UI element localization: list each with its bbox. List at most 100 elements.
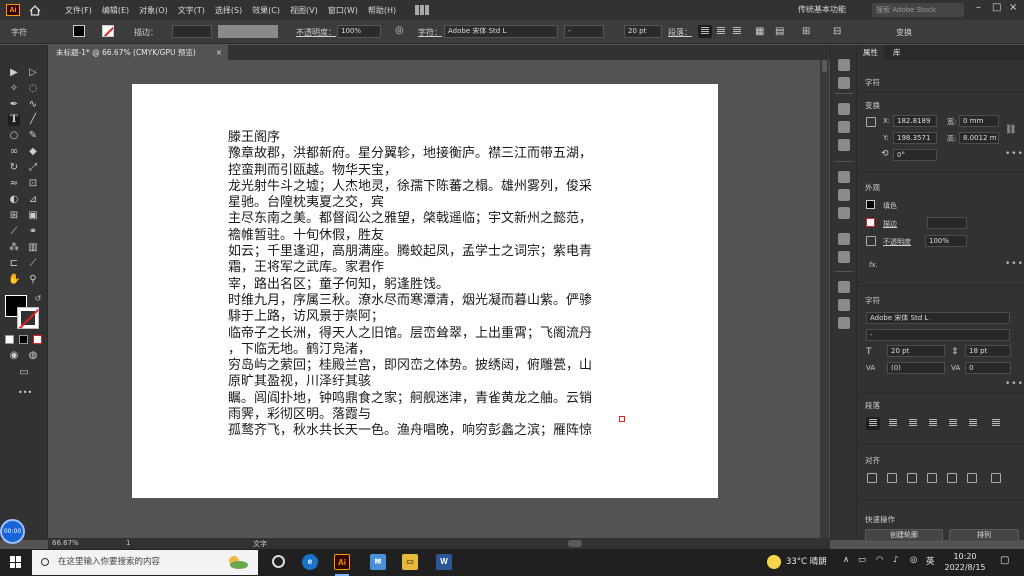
stroke-label[interactable]: 描边 bbox=[883, 219, 897, 229]
text-frame[interactable]: 滕王阁序 豫章故郡，洪都新府。星分翼轸，地接衡庐。襟三江而带五湖， 控蛮荆而引瓯… bbox=[228, 130, 628, 440]
x-field[interactable]: 182.8189 bbox=[893, 115, 937, 127]
notifications-icon[interactable]: ▢ bbox=[1000, 555, 1009, 566]
pen-tool-icon[interactable]: ✒ bbox=[8, 99, 20, 111]
current-tool-status[interactable]: 文字 bbox=[253, 539, 267, 549]
minimize-icon[interactable]: – bbox=[976, 2, 981, 13]
align-to-icon[interactable] bbox=[991, 473, 1001, 483]
system-clock[interactable]: 10:20 2022/8/15 bbox=[942, 551, 988, 573]
align-vertical-center-icon[interactable] bbox=[947, 473, 957, 483]
column-graph-tool-icon[interactable]: ▥ bbox=[27, 242, 39, 254]
font-size-field[interactable]: 20 pt bbox=[887, 345, 945, 357]
justify-right-button[interactable] bbox=[966, 417, 980, 430]
stroke-color-swatch[interactable] bbox=[866, 218, 875, 227]
font-family-field[interactable]: Adobe 宋体 Std L bbox=[444, 25, 558, 38]
vertical-scrollbar[interactable] bbox=[820, 60, 829, 538]
gradient-panel-icon[interactable] bbox=[838, 189, 850, 201]
scale-tool-icon[interactable]: ⤢ bbox=[27, 162, 39, 174]
shaper-tool-icon[interactable]: ∞ bbox=[8, 146, 20, 158]
transform-label[interactable]: 变换 bbox=[896, 27, 912, 38]
font-style-field[interactable]: - bbox=[866, 329, 1010, 341]
artboards-icon[interactable] bbox=[838, 299, 850, 311]
appearance-icon[interactable] bbox=[838, 233, 850, 245]
variable-width-profile[interactable] bbox=[218, 25, 278, 38]
document-tab[interactable]: 未标题-1* @ 66.67% (CMYK/GPU 预览) × bbox=[48, 45, 228, 60]
lasso-tool-icon[interactable]: ◌ bbox=[27, 83, 39, 95]
network-status-icon[interactable]: ◎ bbox=[910, 555, 917, 565]
zoom-level[interactable]: 66.67% bbox=[52, 539, 79, 547]
ellipse-tool-icon[interactable]: ○ bbox=[8, 130, 20, 142]
menu-help[interactable]: 帮助(H) bbox=[363, 5, 401, 16]
tab-properties[interactable]: 属性 bbox=[857, 45, 884, 60]
eyedropper-tool-icon[interactable]: ⟋ bbox=[8, 226, 20, 238]
opacity-field[interactable]: 100% bbox=[925, 235, 967, 247]
line-tool-icon[interactable]: ╱ bbox=[27, 114, 39, 126]
align-objects-icon[interactable]: ▦ bbox=[755, 26, 764, 37]
menu-object[interactable]: 对象(O) bbox=[134, 5, 173, 16]
graphic-styles-icon[interactable] bbox=[838, 251, 850, 263]
color-panel-icon[interactable] bbox=[838, 59, 850, 71]
zoom-tool-icon[interactable]: ⚲ bbox=[27, 274, 39, 286]
y-field[interactable]: 198.3571 bbox=[893, 132, 937, 144]
wifi-icon[interactable]: ◠ bbox=[876, 555, 883, 565]
menu-file[interactable]: 文件(F) bbox=[60, 5, 97, 16]
grid-icon[interactable]: ⊞ bbox=[802, 26, 810, 37]
menu-window[interactable]: 窗口(W) bbox=[323, 5, 363, 16]
align-left-edge-icon[interactable] bbox=[867, 473, 877, 483]
text-overflow-icon[interactable] bbox=[619, 416, 625, 422]
character-label[interactable]: 字符： bbox=[418, 27, 442, 38]
illustrator-taskbar-icon[interactable]: Ai bbox=[334, 554, 350, 570]
direct-selection-tool-icon[interactable]: ▷ bbox=[27, 67, 39, 79]
create-outlines-button[interactable]: 创建轮廓 bbox=[865, 529, 943, 542]
menu-edit[interactable]: 编辑(E) bbox=[97, 5, 134, 16]
stroke-weight-field[interactable] bbox=[927, 217, 967, 229]
align-bottom-edge-icon[interactable] bbox=[967, 473, 977, 483]
stock-search-input[interactable]: 搜索 Adobe Stock bbox=[872, 3, 964, 17]
align-left-button[interactable] bbox=[698, 25, 712, 38]
stroke-panel-icon[interactable] bbox=[838, 171, 850, 183]
arrange-button[interactable]: 排列 bbox=[949, 529, 1019, 542]
slice-tool-icon[interactable]: ⟋ bbox=[27, 258, 39, 270]
symbol-sprayer-tool-icon[interactable]: ⁂ bbox=[8, 242, 20, 254]
rotation-field[interactable]: 0° bbox=[893, 149, 937, 161]
stroke-color-swatch[interactable] bbox=[17, 307, 39, 329]
font-family-field[interactable]: Adobe 宋体 Std L bbox=[866, 312, 1010, 324]
align-objects-icon-2[interactable]: ▤ bbox=[775, 26, 784, 37]
free-transform-tool-icon[interactable]: ⊡ bbox=[27, 178, 39, 190]
constrain-proportions-icon[interactable]: ⛓ bbox=[1005, 125, 1016, 135]
color-mode-swatch[interactable] bbox=[5, 335, 14, 344]
screen-mode-icon[interactable]: ▭ bbox=[18, 367, 30, 379]
align-center-button[interactable] bbox=[714, 25, 728, 38]
artboard[interactable]: 滕王阁序 豫章故郡，洪都新府。星分翼轸，地接衡庐。襟三江而带五湖， 控蛮荆而引瓯… bbox=[132, 84, 718, 498]
align-right-button[interactable] bbox=[730, 25, 744, 38]
menu-effect[interactable]: 效果(C) bbox=[247, 5, 285, 16]
home-icon[interactable] bbox=[28, 3, 42, 17]
width-field[interactable]: 0 mm bbox=[959, 115, 999, 127]
opacity-label[interactable]: 不透明度： bbox=[296, 27, 336, 38]
shape-builder-tool-icon[interactable]: ◐ bbox=[8, 194, 20, 206]
reference-point-icon[interactable]: ⊟ bbox=[833, 26, 841, 37]
font-size-field[interactable]: 20 pt bbox=[624, 25, 662, 38]
weather-text[interactable]: 33°C 晴朗 bbox=[786, 555, 827, 567]
weather-widget-icon[interactable] bbox=[222, 553, 250, 571]
kerning-field[interactable]: (0) bbox=[887, 362, 945, 374]
align-horizontal-center-icon[interactable] bbox=[887, 473, 897, 483]
artboard-number[interactable]: 1 bbox=[126, 539, 130, 547]
paintbrush-tool-icon[interactable]: ✎ bbox=[27, 130, 39, 142]
warp-tool-icon[interactable]: ≈ bbox=[8, 178, 20, 190]
align-right-edge-icon[interactable] bbox=[907, 473, 917, 483]
perspective-grid-tool-icon[interactable]: ⊿ bbox=[27, 194, 39, 206]
stroke-swatch[interactable] bbox=[102, 25, 114, 37]
word-app-icon[interactable]: W bbox=[436, 554, 452, 570]
volume-icon[interactable]: ♪ bbox=[893, 555, 898, 565]
none-mode-swatch[interactable] bbox=[33, 335, 42, 344]
tab-libraries[interactable]: 库 bbox=[887, 45, 907, 60]
gradient-mode-swatch[interactable] bbox=[19, 335, 28, 344]
horizontal-scroll-thumb[interactable] bbox=[568, 540, 582, 547]
fill-color-swatch[interactable] bbox=[866, 200, 875, 209]
close-tab-icon[interactable]: × bbox=[216, 45, 222, 60]
hand-tool-icon[interactable]: ✋ bbox=[8, 274, 20, 286]
more-options-icon[interactable]: ••• bbox=[1005, 379, 1024, 389]
curvature-tool-icon[interactable]: ∿ bbox=[27, 99, 39, 111]
align-top-edge-icon[interactable] bbox=[927, 473, 937, 483]
scroll-thumb[interactable] bbox=[822, 60, 827, 72]
